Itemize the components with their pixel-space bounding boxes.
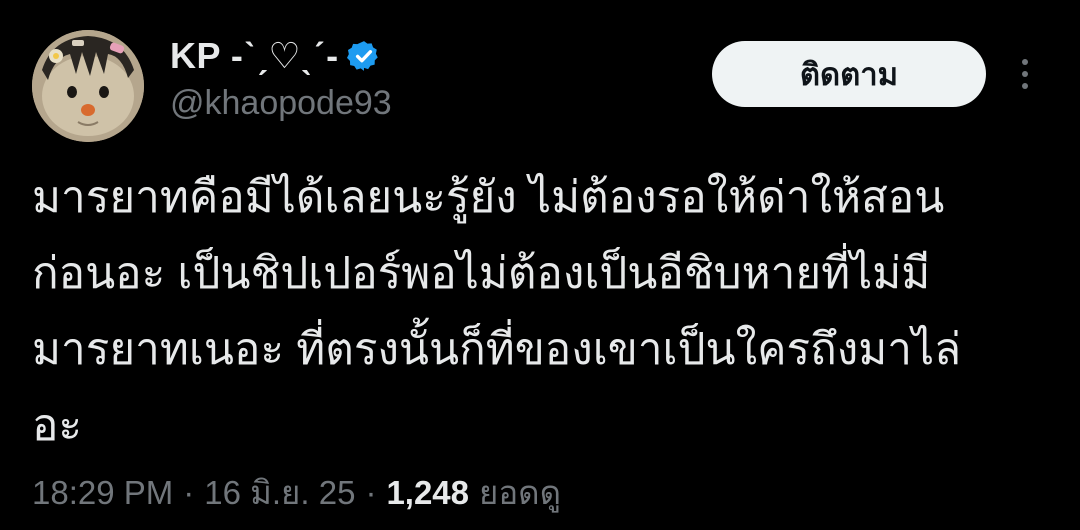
timestamp-time[interactable]: 18:29 PM <box>32 474 173 512</box>
handle[interactable]: @khaopode93 <box>170 84 392 123</box>
more-dot <box>1022 83 1028 89</box>
tweet: KP -ˋˏ♡ˎˊ- @khaopode93 ติดตาม มารยาทคือม… <box>0 0 1080 530</box>
name-row: KP -ˋˏ♡ˎˊ- <box>170 32 392 80</box>
display-name[interactable]: KP -ˋˏ♡ˎˊ- <box>170 35 339 77</box>
timestamp-date[interactable]: 16 มิ.ย. 25 <box>204 466 355 519</box>
author-info: KP -ˋˏ♡ˎˊ- @khaopode93 <box>170 32 392 123</box>
views-count[interactable]: 1,248 <box>386 474 469 512</box>
more-dot <box>1022 59 1028 65</box>
tweet-text: มารยาทคือมีได้เลยนะรู้ยัง ไม่ต้องรอให้ด่… <box>32 160 1042 464</box>
views-label: ยอดดู <box>479 474 562 511</box>
tweet-text-line: มารยาทคือมีได้เลยนะรู้ยัง ไม่ต้องรอให้ด่… <box>32 173 945 222</box>
more-dot <box>1022 71 1028 77</box>
avatar-image <box>32 30 144 142</box>
more-horizontal-icon[interactable] <box>1010 52 1040 96</box>
meta-separator: · <box>365 474 377 511</box>
tweet-meta: 18:29 PM · 16 มิ.ย. 25 · 1,248 ยอดดู <box>32 466 561 519</box>
follow-button[interactable]: ติดตาม <box>712 41 986 107</box>
tweet-text-line: มารยาทเนอะ ที่ตรงนั้นก็ที่ของเขาเป็นใครถ… <box>32 325 962 374</box>
tweet-text-line: อะ <box>32 401 83 450</box>
tweet-text-line: ก่อนอะ เป็นชิปเปอร์พอไม่ต้องเป็นอีชิบหาย… <box>32 249 931 298</box>
meta-separator: · <box>183 474 195 511</box>
verified-badge-icon <box>346 39 381 73</box>
avatar[interactable] <box>32 30 144 142</box>
